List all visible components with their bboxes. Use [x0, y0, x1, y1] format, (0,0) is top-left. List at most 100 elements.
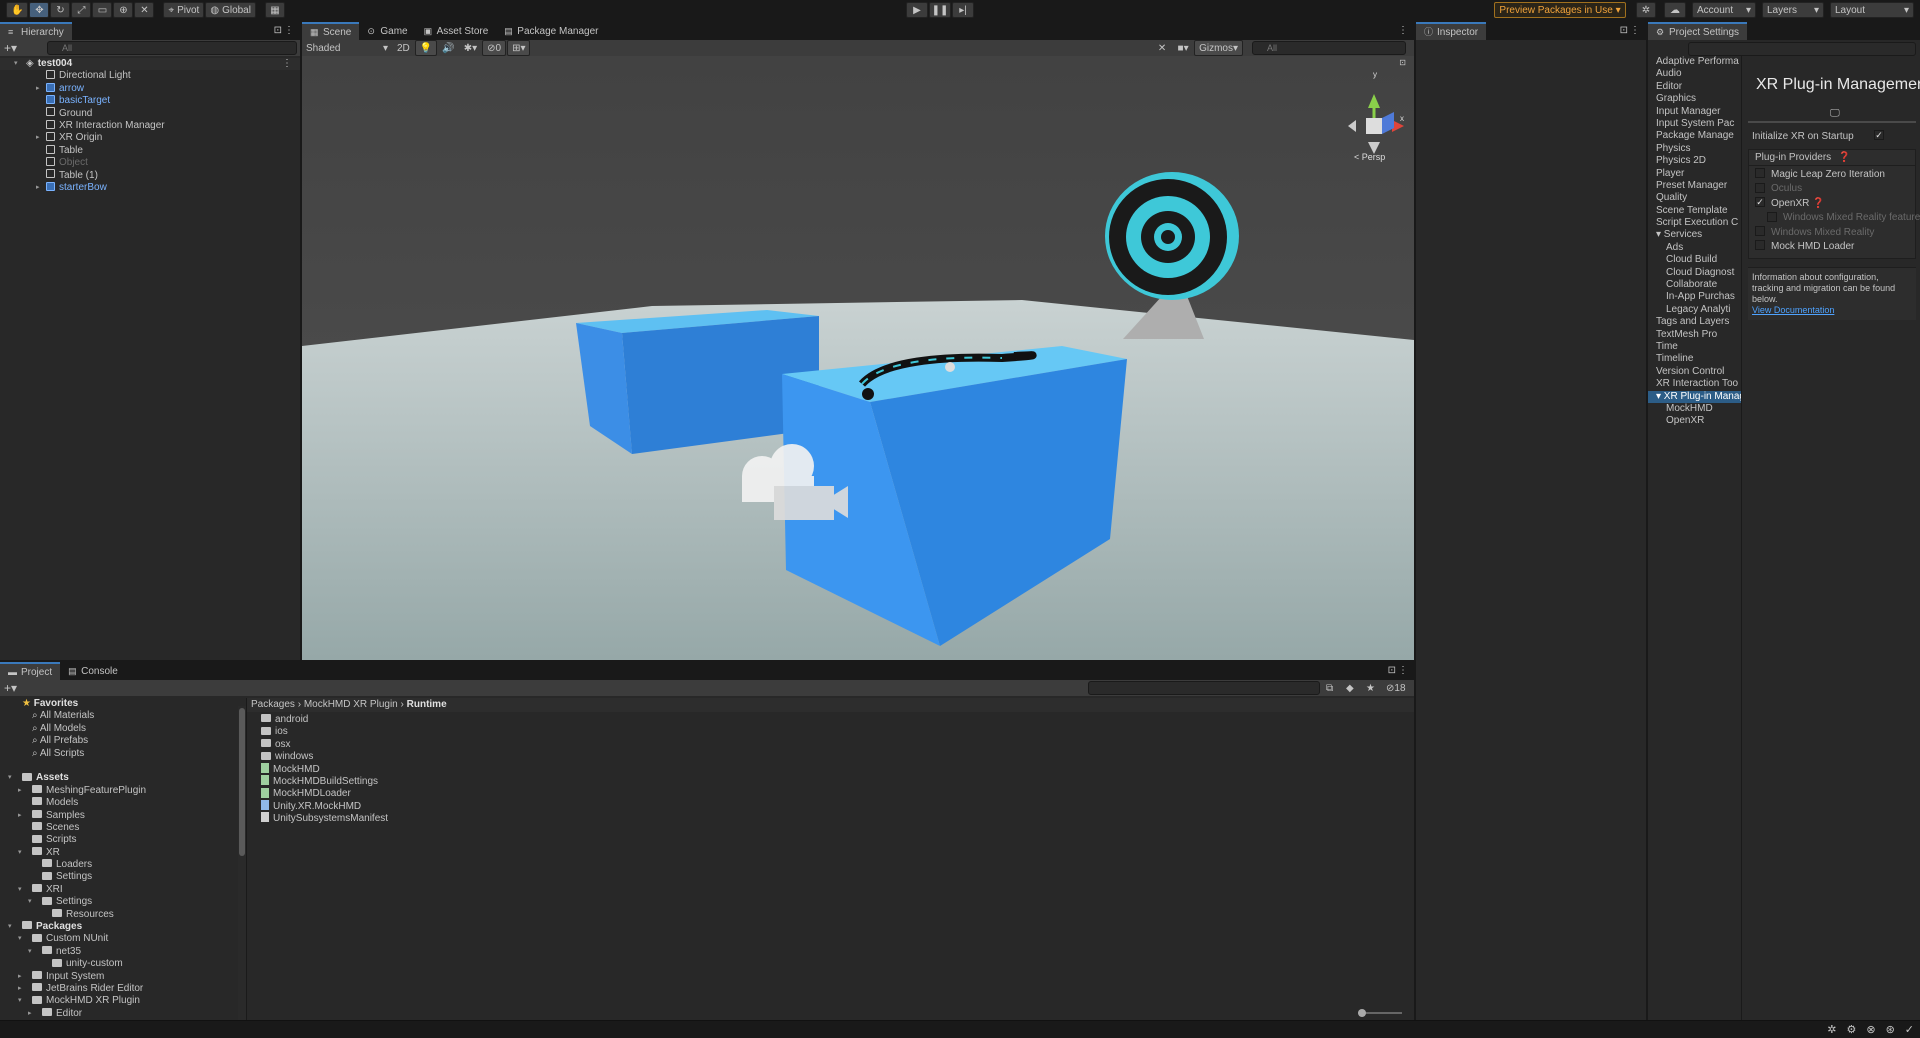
file-item[interactable]: MockHMDLoader — [261, 787, 1414, 800]
effects-icon[interactable]: ✱▾ — [459, 40, 482, 56]
tree-item[interactable]: ⌕ All Scripts — [0, 748, 238, 760]
tree-item[interactable]: ▾ Settings — [0, 896, 238, 908]
rect-tool-icon[interactable]: ▭ — [92, 2, 113, 18]
settings-category-item[interactable]: Time — [1648, 341, 1741, 353]
expand-arrow-icon[interactable]: ▾ — [18, 933, 28, 945]
tab-project-settings[interactable]: ⚙ Project Settings — [1648, 22, 1748, 40]
hierarchy-item[interactable]: ▸ starterBow — [0, 181, 300, 194]
settings-gear-icon[interactable]: ✲ — [1636, 2, 1656, 18]
settings-category-item[interactable]: Script Execution C — [1648, 217, 1741, 229]
network-icon[interactable]: ⊗ — [1866, 1023, 1875, 1036]
favorite-icon[interactable]: ★ — [1366, 683, 1375, 694]
tree-item[interactable]: Models — [0, 797, 238, 809]
tree-item[interactable]: ▾ XRI — [0, 884, 238, 896]
zoom-slider[interactable] — [1358, 1009, 1402, 1017]
tree-item[interactable]: ▾ net35 — [0, 946, 238, 958]
scale-tool-icon[interactable]: ⤢ — [71, 2, 92, 18]
grid-snap-button[interactable]: ▦ — [264, 2, 285, 18]
tab-scene[interactable]: ▦ Scene — [302, 22, 360, 40]
hierarchy-item[interactable]: Table (1) — [0, 169, 300, 182]
tree-item[interactable]: ▸ Samples — [0, 810, 238, 822]
tab-project[interactable]: ▬ Project — [0, 662, 61, 680]
layers-dropdown[interactable]: Layers ▾ — [1762, 2, 1824, 18]
add-icon[interactable]: +▾ — [4, 41, 17, 55]
lock-icon[interactable]: ⊡ — [1388, 665, 1396, 676]
init-on-startup-row[interactable]: Initialize XR on Startup ✓ — [1752, 129, 1920, 143]
tools-icon[interactable]: ✕ — [1152, 40, 1173, 56]
tree-item[interactable]: ▸ JetBrains Rider Editor — [0, 983, 238, 995]
file-item[interactable]: windows — [261, 751, 1414, 763]
project-search-input[interactable] — [1088, 681, 1320, 695]
tab-asset-store[interactable]: ▣ Asset Store — [416, 22, 497, 40]
tab-package-manager[interactable]: ▤ Package Manager — [496, 22, 606, 40]
breadcrumb-item[interactable]: Packages — [251, 699, 295, 710]
tree-item[interactable]: ⌕ All Materials — [0, 710, 238, 722]
preview-packages-button[interactable]: Preview Packages in Use ▾ — [1494, 2, 1626, 18]
settings-category-item[interactable]: Scene Template — [1648, 205, 1741, 217]
bug-icon[interactable]: ⚙ — [1846, 1023, 1856, 1036]
tree-item[interactable]: ▾ MockHMD XR Plugin — [0, 995, 238, 1007]
account-dropdown[interactable]: Account ▾ — [1692, 2, 1756, 18]
expand-arrow-icon[interactable]: ▸ — [28, 1008, 38, 1020]
hierarchy-item[interactable]: Object — [0, 156, 300, 169]
settings-status-icon[interactable]: ⊛ — [1886, 1023, 1895, 1036]
settings-category-item[interactable]: Cloud Diagnost — [1648, 267, 1741, 279]
step-button[interactable]: ▸| — [952, 2, 974, 18]
monitor-icon[interactable]: 🖵 — [1830, 108, 1920, 119]
settings-category-item[interactable]: In-App Purchas — [1648, 291, 1741, 303]
rotate-tool-icon[interactable]: ↻ — [50, 2, 71, 18]
lock-icon[interactable]: ⊡ — [1620, 25, 1628, 36]
init-on-startup-checkbox[interactable]: ✓ — [1874, 130, 1884, 140]
hierarchy-item[interactable]: ▸ XR Origin — [0, 132, 300, 144]
file-item[interactable]: Unity.XR.MockHMD — [261, 800, 1414, 813]
settings-category-item[interactable]: Preset Manager — [1648, 180, 1741, 192]
expand-arrow-icon[interactable]: ▾ — [8, 772, 18, 784]
settings-category-item[interactable]: Physics — [1648, 143, 1741, 155]
file-item[interactable]: UnitySubsystemsManifest — [261, 812, 1414, 825]
tree-item[interactable]: ▾ Assets — [0, 772, 238, 784]
settings-category-item[interactable]: ▾ Services — [1648, 229, 1741, 241]
provider-row[interactable]: Magic Leap Zero Iteration — [1755, 168, 1915, 182]
scene-root-row[interactable]: ▾ ◈ test004 ⋮ — [0, 58, 300, 71]
settings-category-item[interactable]: Version Control — [1648, 366, 1741, 378]
tree-item[interactable]: Resources — [0, 909, 238, 921]
tree-item[interactable]: ▸ MeshingFeaturePlugin — [0, 785, 238, 797]
tree-item[interactable]: ▾ Packages — [0, 921, 238, 933]
filter-label-icon[interactable]: ◆ — [1346, 683, 1354, 694]
hidden-packages-toggle[interactable]: ⊘18 — [1386, 683, 1406, 694]
expand-arrow-icon[interactable]: ▸ — [18, 983, 28, 995]
settings-category-item[interactable]: OpenXR — [1648, 415, 1741, 427]
camera-icon[interactable]: ■▾ — [1173, 40, 1194, 56]
hierarchy-item[interactable]: basicTarget — [0, 95, 300, 107]
tree-item[interactable]: ▸ Editor — [0, 1008, 238, 1020]
settings-category-item[interactable]: Quality — [1648, 192, 1741, 204]
play-button[interactable]: ▶ — [906, 2, 928, 18]
hidden-objects-toggle[interactable]: ⊘ 0 — [482, 40, 507, 56]
hierarchy-item[interactable]: ▸ arrow — [0, 82, 300, 95]
file-item[interactable]: MockHMDBuildSettings — [261, 775, 1414, 788]
lock-icon[interactable]: ⊡ — [274, 25, 282, 36]
more-menu-icon[interactable]: ⋮ — [284, 25, 294, 36]
provider-checkbox[interactable] — [1755, 240, 1765, 251]
settings-category-item[interactable]: MockHMD — [1648, 403, 1741, 415]
settings-category-item[interactable]: Cloud Build — [1648, 254, 1741, 266]
hand-tool-icon[interactable]: ✋ — [6, 2, 29, 18]
expand-arrow-icon[interactable]: ▸ — [18, 810, 28, 822]
hierarchy-item[interactable]: Table — [0, 144, 300, 157]
expand-arrow-icon[interactable]: ▸ — [36, 83, 46, 95]
tree-item[interactable]: ▸ Input System — [0, 971, 238, 983]
tree-item[interactable]: ⌕ All Prefabs — [0, 735, 238, 747]
debug-icon[interactable]: ✲ — [1827, 1023, 1836, 1036]
tab-console[interactable]: ▤ Console — [60, 662, 126, 680]
lighting-icon[interactable]: 💡 — [414, 40, 438, 56]
help-icon[interactable]: ❓ — [1809, 198, 1824, 209]
orientation-gizmo-icon[interactable] — [1348, 94, 1404, 154]
file-item[interactable]: android — [261, 714, 1414, 726]
view-documentation-link[interactable]: View Documentation — [1752, 305, 1912, 316]
more-menu-icon[interactable]: ⋮ — [1398, 665, 1408, 676]
file-item[interactable]: osx — [261, 739, 1414, 751]
shading-dropdown[interactable]: Shaded ▾ — [302, 40, 392, 56]
provider-row[interactable]: Windows Mixed Reality feature — [1755, 211, 1920, 225]
provider-row[interactable]: Windows Mixed Reality — [1755, 225, 1915, 240]
audio-icon[interactable]: 🔊 — [438, 40, 459, 56]
